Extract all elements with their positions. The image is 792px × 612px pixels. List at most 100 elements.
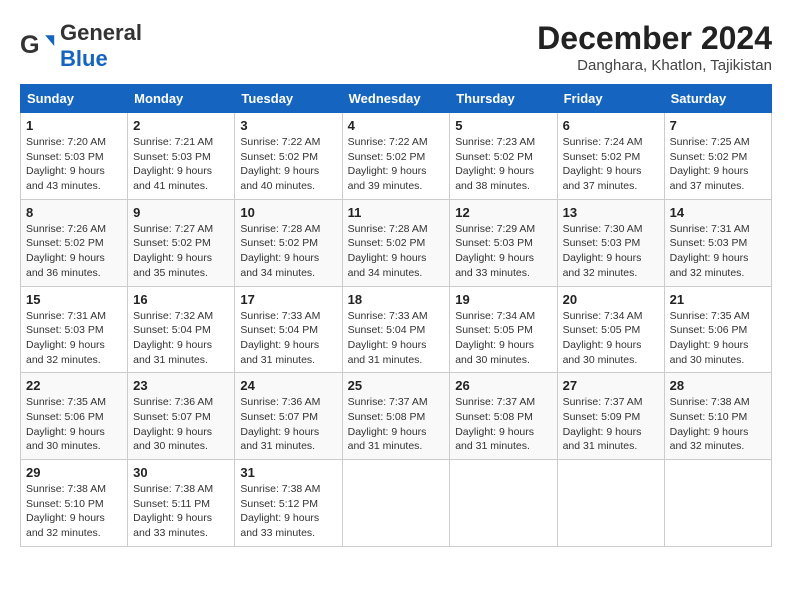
header-tuesday: Tuesday xyxy=(235,85,342,113)
day-info: Sunrise: 7:21 AM Sunset: 5:03 PM Dayligh… xyxy=(133,135,229,194)
day-cell: 20 Sunrise: 7:34 AM Sunset: 5:05 PM Dayl… xyxy=(557,286,664,373)
day-cell: 28 Sunrise: 7:38 AM Sunset: 5:10 PM Dayl… xyxy=(664,373,771,460)
day-number: 18 xyxy=(348,292,445,307)
day-info: Sunrise: 7:29 AM Sunset: 5:03 PM Dayligh… xyxy=(455,222,551,281)
day-cell: 10 Sunrise: 7:28 AM Sunset: 5:02 PM Dayl… xyxy=(235,199,342,286)
day-info: Sunrise: 7:33 AM Sunset: 5:04 PM Dayligh… xyxy=(348,309,445,368)
day-cell: 7 Sunrise: 7:25 AM Sunset: 5:02 PM Dayli… xyxy=(664,113,771,200)
day-number: 27 xyxy=(563,378,659,393)
day-cell: 4 Sunrise: 7:22 AM Sunset: 5:02 PM Dayli… xyxy=(342,113,450,200)
day-cell: 8 Sunrise: 7:26 AM Sunset: 5:02 PM Dayli… xyxy=(21,199,128,286)
header-sunday: Sunday xyxy=(21,85,128,113)
day-info: Sunrise: 7:33 AM Sunset: 5:04 PM Dayligh… xyxy=(240,309,336,368)
svg-text:G: G xyxy=(20,31,40,59)
day-cell: 15 Sunrise: 7:31 AM Sunset: 5:03 PM Dayl… xyxy=(21,286,128,373)
day-number: 24 xyxy=(240,378,336,393)
day-info: Sunrise: 7:23 AM Sunset: 5:02 PM Dayligh… xyxy=(455,135,551,194)
logo: G General Blue xyxy=(20,20,142,72)
day-number: 28 xyxy=(670,378,766,393)
day-number: 22 xyxy=(26,378,122,393)
day-info: Sunrise: 7:37 AM Sunset: 5:08 PM Dayligh… xyxy=(348,395,445,454)
day-number: 9 xyxy=(133,205,229,220)
day-info: Sunrise: 7:34 AM Sunset: 5:05 PM Dayligh… xyxy=(455,309,551,368)
calendar-table: SundayMondayTuesdayWednesdayThursdayFrid… xyxy=(20,84,772,547)
day-cell: 24 Sunrise: 7:36 AM Sunset: 5:07 PM Dayl… xyxy=(235,373,342,460)
day-info: Sunrise: 7:36 AM Sunset: 5:07 PM Dayligh… xyxy=(133,395,229,454)
header-thursday: Thursday xyxy=(450,85,557,113)
day-info: Sunrise: 7:28 AM Sunset: 5:02 PM Dayligh… xyxy=(240,222,336,281)
day-number: 20 xyxy=(563,292,659,307)
day-number: 5 xyxy=(455,118,551,133)
day-number: 1 xyxy=(26,118,122,133)
day-cell: 12 Sunrise: 7:29 AM Sunset: 5:03 PM Dayl… xyxy=(450,199,557,286)
day-info: Sunrise: 7:35 AM Sunset: 5:06 PM Dayligh… xyxy=(26,395,122,454)
day-cell: 1 Sunrise: 7:20 AM Sunset: 5:03 PM Dayli… xyxy=(21,113,128,200)
month-title: December 2024 xyxy=(537,20,772,57)
header-saturday: Saturday xyxy=(664,85,771,113)
day-number: 16 xyxy=(133,292,229,307)
day-number: 11 xyxy=(348,205,445,220)
week-row-2: 8 Sunrise: 7:26 AM Sunset: 5:02 PM Dayli… xyxy=(21,199,772,286)
day-number: 8 xyxy=(26,205,122,220)
week-row-3: 15 Sunrise: 7:31 AM Sunset: 5:03 PM Dayl… xyxy=(21,286,772,373)
day-cell: 17 Sunrise: 7:33 AM Sunset: 5:04 PM Dayl… xyxy=(235,286,342,373)
day-info: Sunrise: 7:24 AM Sunset: 5:02 PM Dayligh… xyxy=(563,135,659,194)
day-number: 2 xyxy=(133,118,229,133)
day-info: Sunrise: 7:37 AM Sunset: 5:08 PM Dayligh… xyxy=(455,395,551,454)
logo-icon: G xyxy=(20,28,56,64)
day-number: 10 xyxy=(240,205,336,220)
day-cell: 5 Sunrise: 7:23 AM Sunset: 5:02 PM Dayli… xyxy=(450,113,557,200)
day-number: 19 xyxy=(455,292,551,307)
day-number: 23 xyxy=(133,378,229,393)
day-info: Sunrise: 7:37 AM Sunset: 5:09 PM Dayligh… xyxy=(563,395,659,454)
day-number: 6 xyxy=(563,118,659,133)
day-cell: 3 Sunrise: 7:22 AM Sunset: 5:02 PM Dayli… xyxy=(235,113,342,200)
header-wednesday: Wednesday xyxy=(342,85,450,113)
logo-blue-text: Blue xyxy=(60,46,108,71)
day-info: Sunrise: 7:35 AM Sunset: 5:06 PM Dayligh… xyxy=(670,309,766,368)
day-info: Sunrise: 7:36 AM Sunset: 5:07 PM Dayligh… xyxy=(240,395,336,454)
day-cell xyxy=(664,460,771,547)
day-cell: 30 Sunrise: 7:38 AM Sunset: 5:11 PM Dayl… xyxy=(128,460,235,547)
day-cell: 22 Sunrise: 7:35 AM Sunset: 5:06 PM Dayl… xyxy=(21,373,128,460)
day-cell: 14 Sunrise: 7:31 AM Sunset: 5:03 PM Dayl… xyxy=(664,199,771,286)
day-info: Sunrise: 7:25 AM Sunset: 5:02 PM Dayligh… xyxy=(670,135,766,194)
day-cell xyxy=(342,460,450,547)
day-info: Sunrise: 7:38 AM Sunset: 5:12 PM Dayligh… xyxy=(240,482,336,541)
day-number: 7 xyxy=(670,118,766,133)
day-info: Sunrise: 7:26 AM Sunset: 5:02 PM Dayligh… xyxy=(26,222,122,281)
day-cell: 2 Sunrise: 7:21 AM Sunset: 5:03 PM Dayli… xyxy=(128,113,235,200)
day-cell: 6 Sunrise: 7:24 AM Sunset: 5:02 PM Dayli… xyxy=(557,113,664,200)
day-number: 30 xyxy=(133,465,229,480)
day-cell: 29 Sunrise: 7:38 AM Sunset: 5:10 PM Dayl… xyxy=(21,460,128,547)
day-cell: 16 Sunrise: 7:32 AM Sunset: 5:04 PM Dayl… xyxy=(128,286,235,373)
day-cell: 13 Sunrise: 7:30 AM Sunset: 5:03 PM Dayl… xyxy=(557,199,664,286)
day-info: Sunrise: 7:38 AM Sunset: 5:11 PM Dayligh… xyxy=(133,482,229,541)
day-number: 13 xyxy=(563,205,659,220)
day-cell: 19 Sunrise: 7:34 AM Sunset: 5:05 PM Dayl… xyxy=(450,286,557,373)
day-info: Sunrise: 7:30 AM Sunset: 5:03 PM Dayligh… xyxy=(563,222,659,281)
day-number: 26 xyxy=(455,378,551,393)
day-info: Sunrise: 7:22 AM Sunset: 5:02 PM Dayligh… xyxy=(240,135,336,194)
week-row-5: 29 Sunrise: 7:38 AM Sunset: 5:10 PM Dayl… xyxy=(21,460,772,547)
day-cell: 27 Sunrise: 7:37 AM Sunset: 5:09 PM Dayl… xyxy=(557,373,664,460)
calendar-header-row: SundayMondayTuesdayWednesdayThursdayFrid… xyxy=(21,85,772,113)
day-number: 29 xyxy=(26,465,122,480)
day-info: Sunrise: 7:22 AM Sunset: 5:02 PM Dayligh… xyxy=(348,135,445,194)
day-cell xyxy=(450,460,557,547)
day-cell xyxy=(557,460,664,547)
day-cell: 9 Sunrise: 7:27 AM Sunset: 5:02 PM Dayli… xyxy=(128,199,235,286)
day-cell: 25 Sunrise: 7:37 AM Sunset: 5:08 PM Dayl… xyxy=(342,373,450,460)
day-cell: 21 Sunrise: 7:35 AM Sunset: 5:06 PM Dayl… xyxy=(664,286,771,373)
day-number: 12 xyxy=(455,205,551,220)
day-number: 25 xyxy=(348,378,445,393)
day-info: Sunrise: 7:20 AM Sunset: 5:03 PM Dayligh… xyxy=(26,135,122,194)
day-info: Sunrise: 7:31 AM Sunset: 5:03 PM Dayligh… xyxy=(26,309,122,368)
week-row-1: 1 Sunrise: 7:20 AM Sunset: 5:03 PM Dayli… xyxy=(21,113,772,200)
location-title: Danghara, Khatlon, Tajikistan xyxy=(537,57,772,74)
day-number: 15 xyxy=(26,292,122,307)
week-row-4: 22 Sunrise: 7:35 AM Sunset: 5:06 PM Dayl… xyxy=(21,373,772,460)
title-area: December 2024 Danghara, Khatlon, Tajikis… xyxy=(537,20,772,74)
day-info: Sunrise: 7:31 AM Sunset: 5:03 PM Dayligh… xyxy=(670,222,766,281)
logo-general-text: General xyxy=(60,20,142,45)
